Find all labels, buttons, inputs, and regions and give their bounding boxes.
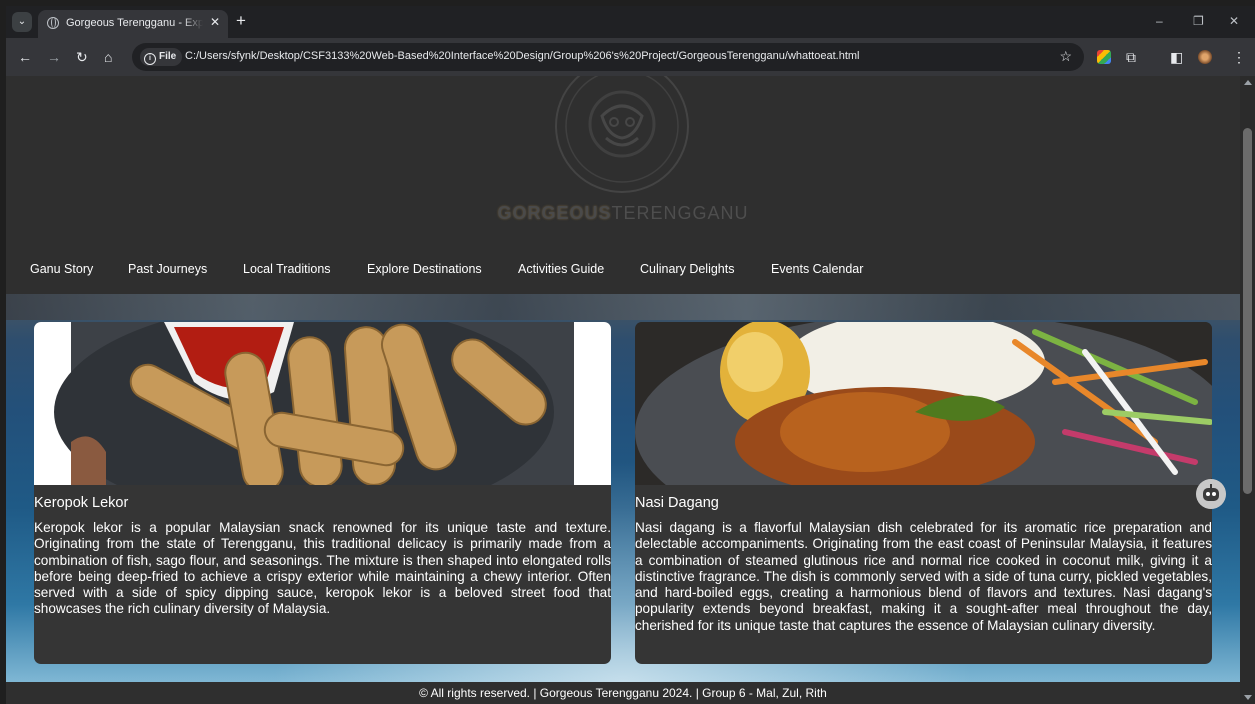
- nasi-dagang-image: [635, 322, 1212, 485]
- tab-title: Gorgeous Terengganu - Explore: [66, 17, 203, 29]
- reload-icon[interactable]: ↻: [76, 48, 88, 66]
- browser-toolbar: ← → ↻ ⌂ i File C:/Users/sfynk/Desktop/CSF…: [6, 38, 1255, 76]
- scroll-down-icon[interactable]: [1244, 695, 1252, 700]
- profile-avatar-icon[interactable]: [1198, 50, 1212, 64]
- site-footer: © All rights reserved. | Gorgeous Tereng…: [6, 682, 1240, 704]
- globe-icon: [47, 17, 59, 29]
- browser-window: ⌄ Gorgeous Terengganu - Explore ✕ + – ❐ …: [6, 6, 1255, 704]
- nav-local-traditions[interactable]: Local Traditions: [243, 262, 331, 276]
- minimize-icon[interactable]: –: [1156, 14, 1163, 28]
- extension-icon[interactable]: [1097, 50, 1111, 64]
- card-description: Keropok lekor is a popular Malaysian sna…: [34, 520, 611, 617]
- nav-past-journeys[interactable]: Past Journeys: [128, 262, 207, 276]
- nav-culinary-delights[interactable]: Culinary Delights: [640, 262, 734, 276]
- forward-arrow-icon[interactable]: →: [47, 48, 61, 66]
- card-title: Nasi Dagang: [635, 495, 719, 511]
- site-info-chip[interactable]: i File: [140, 48, 183, 66]
- scrollbar-thumb[interactable]: [1243, 128, 1252, 494]
- chatbot-icon[interactable]: [1196, 479, 1226, 509]
- card-description: Nasi dagang is a flavorful Malaysian dis…: [635, 520, 1212, 633]
- new-tab-icon[interactable]: +: [236, 11, 246, 31]
- close-tab-icon[interactable]: ✕: [210, 15, 220, 29]
- address-bar[interactable]: i File C:/Users/sfynk/Desktop/CSF3133%20W…: [132, 43, 1084, 71]
- card-title: Keropok Lekor: [34, 495, 129, 511]
- browser-tab[interactable]: Gorgeous Terengganu - Explore ✕: [38, 10, 228, 38]
- tab-strip: ⌄ Gorgeous Terengganu - Explore ✕ + – ❐ …: [6, 6, 1255, 38]
- ocean-background: Keropok Lekor Keropok lekor is a popular…: [6, 294, 1240, 682]
- food-card-keropok-lekor: Keropok Lekor Keropok lekor is a popular…: [34, 322, 611, 664]
- food-card-nasi-dagang: Nasi Dagang Nasi dagang is a flavorful M…: [635, 322, 1212, 664]
- bookmark-star-icon[interactable]: ☆: [1059, 48, 1072, 65]
- url-text[interactable]: C:/Users/sfynk/Desktop/CSF3133%20Web-Bas…: [185, 50, 860, 62]
- side-panel-icon[interactable]: ◧: [1170, 48, 1183, 66]
- brand-light: TERENGGANU: [611, 203, 749, 223]
- cloud-band: [6, 294, 1240, 320]
- main-nav: Ganu Story Past Journeys Local Tradition…: [6, 262, 1240, 290]
- window-close-icon[interactable]: ✕: [1229, 14, 1239, 28]
- back-arrow-icon[interactable]: ←: [18, 48, 32, 66]
- restore-icon[interactable]: ❐: [1193, 14, 1204, 28]
- nav-explore-destinations[interactable]: Explore Destinations: [367, 262, 482, 276]
- brand-bold: GORGEOUS: [497, 203, 612, 223]
- tab-search-icon[interactable]: ⌄: [12, 12, 32, 32]
- nav-events-calendar[interactable]: Events Calendar: [771, 262, 863, 276]
- home-icon[interactable]: ⌂: [104, 48, 112, 66]
- brand-wordmark: GORGEOUSTERENGGANU: [6, 203, 1240, 224]
- page-scrollbar[interactable]: [1240, 76, 1255, 704]
- site-info-label: File: [159, 51, 177, 62]
- scroll-up-icon[interactable]: [1244, 80, 1252, 85]
- info-icon: i: [144, 53, 156, 65]
- page-viewport: GORGEOUSTERENGGANU Ganu Story Past Journ…: [6, 76, 1240, 704]
- nav-activities-guide[interactable]: Activities Guide: [518, 262, 604, 276]
- extensions-puzzle-icon[interactable]: ⧉: [1126, 48, 1136, 66]
- nav-ganu-story[interactable]: Ganu Story: [30, 262, 93, 276]
- menu-kebab-icon[interactable]: ⋮: [1232, 48, 1246, 66]
- site-logo-icon: [555, 76, 689, 193]
- keropok-lekor-image: [34, 322, 611, 485]
